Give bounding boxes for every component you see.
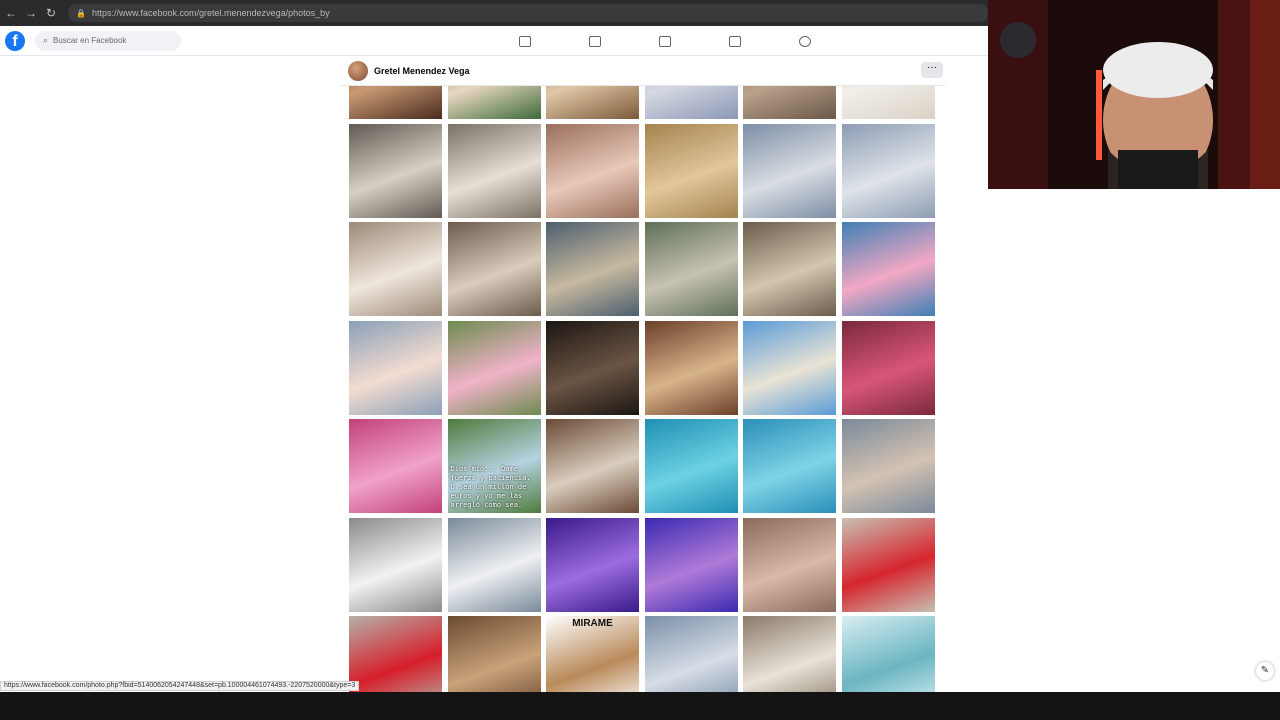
photo-thumbnail[interactable]: [841, 222, 935, 316]
photo-thumbnail[interactable]: [644, 123, 738, 218]
photo-thumbnail[interactable]: [743, 616, 836, 692]
photo-caption-text: Dios mío... Dame fuerza y paciencia. O s…: [450, 465, 531, 509]
taskbar: [0, 692, 1280, 720]
photo-thumbnail[interactable]: [546, 86, 639, 119]
photo-thumbnail[interactable]: [349, 616, 442, 692]
profile-header: Gretel Menendez Vega ···: [340, 56, 945, 86]
photo-thumbnail[interactable]: Dios mío... Dame fuerza y paciencia. O s…: [447, 419, 541, 513]
webcam-overlay: [988, 0, 1280, 189]
lock-icon: 🔒: [76, 8, 86, 18]
photo-thumbnail[interactable]: [447, 320, 541, 415]
photo-mirame-text: MIRAME: [572, 618, 613, 629]
photo-thumbnail[interactable]: [644, 222, 738, 316]
profile-name[interactable]: Gretel Menendez Vega: [374, 66, 470, 76]
status-bar-link: https://www.facebook.com/photo.php?fbid=…: [0, 681, 360, 691]
photo-thumbnail[interactable]: [743, 86, 836, 119]
forward-arrow-icon[interactable]: →: [22, 4, 40, 22]
photo-thumbnail[interactable]: [546, 123, 639, 218]
photo-thumbnail[interactable]: [841, 517, 935, 612]
url-text: https://www.facebook.com/gretel.menendez…: [91, 8, 330, 18]
search-icon: ⌕: [43, 35, 49, 45]
right-empty-area: [945, 56, 988, 692]
photo-thumbnail[interactable]: [349, 86, 442, 119]
avatar[interactable]: [348, 60, 368, 81]
photo-thumbnail[interactable]: [349, 419, 442, 513]
photo-thumbnail[interactable]: [743, 222, 836, 316]
home-icon[interactable]: [490, 32, 560, 50]
right-background: [988, 189, 1280, 692]
watch-icon[interactable]: [630, 32, 700, 50]
photo-thumbnail[interactable]: [349, 517, 442, 612]
photo-thumbnail[interactable]: [546, 419, 639, 513]
photo-thumbnail[interactable]: [447, 123, 541, 218]
photo-thumbnail[interactable]: [841, 616, 935, 692]
photo-thumbnail[interactable]: [841, 320, 935, 415]
back-arrow-icon[interactable]: ←: [2, 4, 20, 22]
photo-thumbnail[interactable]: [743, 517, 836, 612]
search-input[interactable]: ⌕ Buscar en Facebook: [35, 30, 181, 51]
photo-thumbnail[interactable]: [546, 222, 639, 316]
photo-thumbnail[interactable]: [644, 616, 738, 692]
photo-thumbnail[interactable]: [644, 86, 738, 119]
facebook-logo[interactable]: f: [5, 30, 25, 51]
photo-thumbnail[interactable]: [546, 517, 639, 612]
photo-thumbnail[interactable]: [447, 86, 541, 119]
left-empty-area: [0, 56, 340, 692]
streamer-webcam-image: [988, 0, 1280, 189]
reload-icon[interactable]: ↻: [42, 4, 60, 22]
photo-thumbnail[interactable]: [743, 123, 836, 218]
main-nav: [490, 32, 840, 50]
photo-thumbnail[interactable]: [546, 320, 639, 415]
photo-thumbnail[interactable]: [743, 320, 836, 415]
photo-thumbnail[interactable]: [447, 616, 541, 692]
photo-thumbnail[interactable]: [349, 123, 442, 218]
pages-icon[interactable]: [560, 32, 630, 50]
photo-thumbnail[interactable]: MIRAME: [546, 616, 639, 692]
marketplace-icon[interactable]: [700, 32, 770, 50]
photo-thumbnail[interactable]: [644, 517, 738, 612]
photo-thumbnail[interactable]: [841, 123, 935, 218]
search-placeholder: Buscar en Facebook: [53, 36, 127, 45]
photo-thumbnail[interactable]: [447, 222, 541, 316]
address-bar[interactable]: 🔒 https://www.facebook.com/gretel.menend…: [68, 4, 988, 22]
photo-thumbnail[interactable]: [841, 86, 935, 119]
facebook-header: f ⌕ Buscar en Facebook: [0, 26, 988, 56]
more-options-button[interactable]: ···: [921, 62, 943, 78]
photo-thumbnail[interactable]: [644, 419, 738, 513]
photo-thumbnail[interactable]: [349, 320, 442, 415]
photo-thumbnail[interactable]: [349, 222, 442, 316]
photo-thumbnail[interactable]: [644, 320, 738, 415]
photo-thumbnail[interactable]: [841, 419, 935, 513]
new-message-icon[interactable]: ✎: [1256, 662, 1274, 680]
photo-grid: Dios mío... Dame fuerza y paciencia. O s…: [349, 86, 936, 692]
photo-thumbnail[interactable]: [743, 419, 836, 513]
photo-thumbnail[interactable]: [447, 517, 541, 612]
groups-icon[interactable]: [770, 32, 840, 50]
